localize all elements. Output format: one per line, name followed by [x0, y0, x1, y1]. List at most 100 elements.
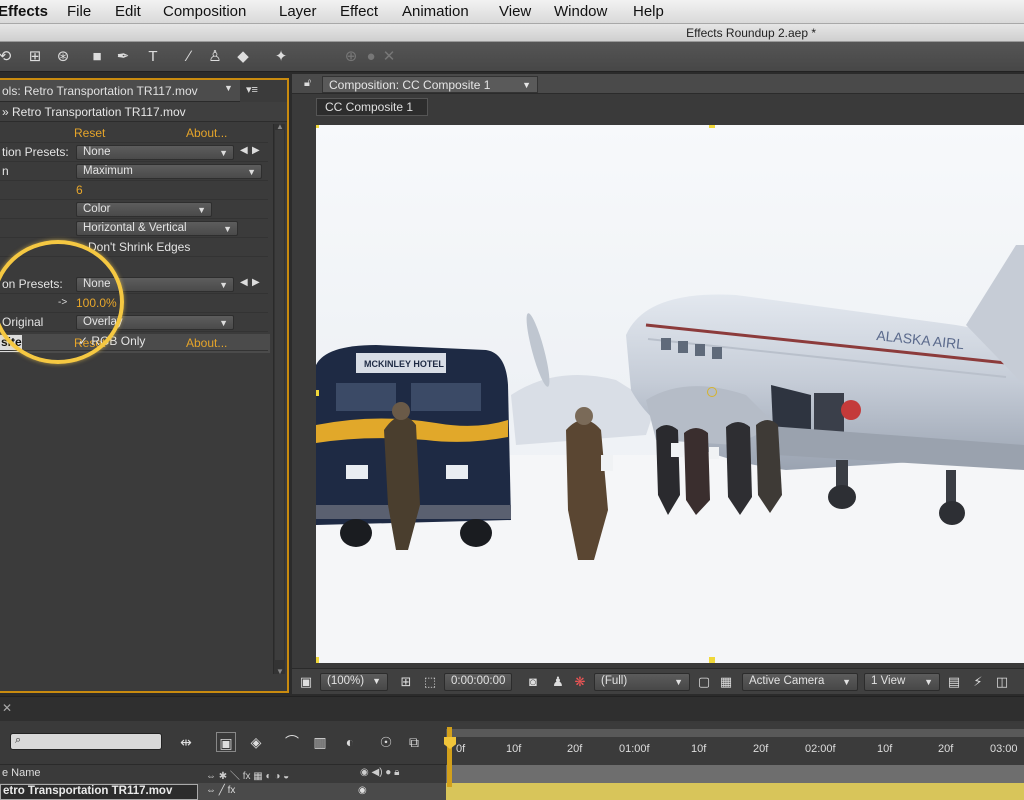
- eye-icon[interactable]: ◉: [358, 785, 367, 796]
- brainstorm-icon[interactable]: ☉: [376, 732, 396, 752]
- effect1-radius-value[interactable]: 6: [76, 183, 83, 197]
- scroll-down-icon[interactable]: ▼: [276, 667, 284, 676]
- snap-cross-icon[interactable]: ✕: [378, 46, 400, 68]
- chevron-down-icon: ▼: [247, 167, 256, 177]
- hide-shy-layers-icon[interactable]: ⌒: [282, 732, 302, 752]
- timeline-search-input[interactable]: ⌕: [10, 733, 162, 750]
- scroll-up-icon[interactable]: ▲: [276, 122, 284, 131]
- effect1-about-link[interactable]: About...: [186, 126, 227, 140]
- composition-panel: 🔓︎ Composition: CC Composite 1 ▼ CC Comp…: [292, 74, 1024, 694]
- layer-handle[interactable]: [316, 125, 319, 128]
- current-time-indicator[interactable]: [447, 727, 452, 787]
- menu-layer[interactable]: Layer: [279, 3, 317, 20]
- effect1-channel-value: Color: [83, 203, 111, 215]
- panel-menu-icon[interactable]: ▾≡: [246, 83, 258, 96]
- ruler-tick-label: 20f: [938, 743, 954, 755]
- puppet-pin-tool-icon[interactable]: ✦: [270, 46, 292, 68]
- camera-view-dropdown[interactable]: Active Camera ▼: [742, 673, 858, 691]
- timeline-toggle-icon[interactable]: ◫: [994, 674, 1010, 690]
- menu-window[interactable]: Window: [554, 3, 607, 20]
- composition-tab[interactable]: Composition: CC Composite 1 ▼: [322, 76, 538, 93]
- draft-3d-icon[interactable]: ◈: [246, 732, 266, 752]
- rectangle-tool-icon[interactable]: ■: [86, 46, 108, 68]
- chevron-down-icon[interactable]: ▼: [522, 80, 531, 90]
- layer-switches-icon[interactable]: ⇔ ╱ fx: [206, 785, 235, 796]
- composition-viewer[interactable]: ALASKA AIRL MCKINLEY HOTEL: [316, 125, 1024, 663]
- scrollbar-thumb[interactable]: [275, 130, 284, 660]
- layer-duration-bar[interactable]: [446, 783, 1024, 800]
- grid-guides-icon[interactable]: ⊞: [398, 674, 414, 690]
- switches-header-icon: ⇔ ✱ ＼ fx ▦ ◐ ◑ ◒: [206, 771, 290, 782]
- ruler-tick-label: 10f: [877, 743, 893, 755]
- effect1-direction-dropdown[interactable]: Horizontal & Vertical ▼: [76, 221, 238, 236]
- ruler-tick-label: 02:00f: [805, 743, 836, 755]
- timeline-panel: ✕ ⌕ ⇹ ▣ ◈ ⌒ ▥ ◐ ☉ ⧉ 0f 10f 20f 01:00f 10…: [0, 696, 1024, 800]
- eraser-tool-icon[interactable]: ◆: [232, 46, 254, 68]
- camera-view-value: Active Camera: [749, 675, 825, 687]
- menu-edit[interactable]: Edit: [115, 3, 141, 20]
- layer-handle[interactable]: [709, 657, 715, 663]
- preset-next-icon[interactable]: ▶: [252, 277, 260, 288]
- anchor-tool-icon[interactable]: ⊛: [52, 46, 74, 68]
- transparency-grid-icon[interactable]: ▦: [718, 674, 734, 690]
- toggle-pixel-aspect-icon[interactable]: ▤: [946, 674, 962, 690]
- anchor-point-icon[interactable]: [707, 387, 717, 397]
- effect1-channel-dropdown[interactable]: Color ▼: [76, 202, 212, 217]
- menu-help[interactable]: Help: [633, 3, 664, 20]
- live-update-icon[interactable]: ▣: [216, 732, 236, 752]
- ruler-tick-label: 0f: [456, 743, 466, 755]
- region-of-interest-icon[interactable]: ▢: [696, 674, 712, 690]
- window-title: Effects Roundup 2.aep *: [686, 26, 816, 40]
- preset-prev-icon[interactable]: ◀: [240, 145, 248, 156]
- motion-blur-icon[interactable]: ◐: [340, 732, 360, 752]
- work-area-bar[interactable]: [446, 729, 1024, 737]
- frame-blending-icon[interactable]: ▥: [310, 732, 330, 752]
- mask-visibility-icon[interactable]: ⬚: [422, 674, 438, 690]
- preset-next-icon[interactable]: ▶: [252, 145, 260, 156]
- brush-tool-icon[interactable]: ∕: [178, 46, 200, 68]
- pan-behind-tool-icon[interactable]: ⊞: [24, 46, 46, 68]
- preset-prev-icon[interactable]: ◀: [240, 277, 248, 288]
- menu-app[interactable]: Effects: [0, 3, 48, 20]
- menu-effect[interactable]: Effect: [340, 3, 378, 20]
- channel-rgb-icon[interactable]: ❋: [572, 674, 588, 690]
- panel-scrollbar[interactable]: ▲ ▼: [273, 122, 285, 676]
- effect1-operation-dropdown[interactable]: Maximum ▼: [76, 164, 262, 179]
- composition-breadcrumb[interactable]: CC Composite 1: [316, 98, 428, 116]
- menu-animation[interactable]: Animation: [402, 3, 469, 20]
- resolution-dropdown[interactable]: (Full) ▼: [594, 673, 690, 691]
- view-layout-dropdown[interactable]: 1 View ▼: [864, 673, 940, 691]
- effect-controls-tab[interactable]: ols: Retro Transportation TR117.mov ▼: [0, 80, 240, 102]
- type-tool-icon[interactable]: T: [142, 46, 164, 68]
- menu-file[interactable]: File: [67, 3, 91, 20]
- graph-editor-icon[interactable]: ⧉: [404, 732, 424, 752]
- always-preview-icon[interactable]: ▣: [298, 674, 314, 690]
- menu-composition[interactable]: Composition: [163, 3, 246, 20]
- layer-handle[interactable]: [316, 390, 319, 396]
- current-time-value: 0:00:00:00: [451, 675, 506, 687]
- effect1-presets-dropdown[interactable]: None ▼: [76, 145, 234, 160]
- layer-handle[interactable]: [709, 125, 715, 128]
- menu-view[interactable]: View: [499, 3, 531, 20]
- ruler-tick-label: 03:00: [990, 743, 1018, 755]
- source-name-column[interactable]: e Name: [2, 767, 41, 779]
- orbit-tool-icon[interactable]: ⟲: [0, 46, 16, 68]
- clone-stamp-tool-icon[interactable]: ♙: [204, 46, 226, 68]
- chevron-down-icon[interactable]: ▼: [224, 83, 233, 93]
- layer-handle[interactable]: [316, 657, 319, 663]
- layer-row[interactable]: etro Transportation TR117.mov ⇔ ╱ fx ◉: [0, 783, 446, 800]
- camera-snapshot-icon[interactable]: ◙: [525, 674, 541, 690]
- snap-icon[interactable]: ⊕: [340, 46, 362, 68]
- effect1-reset-link[interactable]: Reset: [74, 126, 105, 140]
- close-icon[interactable]: ✕: [2, 701, 12, 715]
- show-snapshot-icon[interactable]: ♟: [550, 674, 566, 690]
- current-time-field[interactable]: 0:00:00:00: [444, 673, 513, 691]
- pen-tool-icon[interactable]: ✒: [112, 46, 134, 68]
- magnification-dropdown[interactable]: (100%) ▼: [320, 673, 388, 691]
- chevron-down-icon: ▼: [372, 676, 381, 686]
- fast-previews-icon[interactable]: ⚡: [970, 674, 986, 690]
- layer-name[interactable]: etro Transportation TR117.mov: [0, 784, 198, 800]
- comp-mini-flowchart-icon[interactable]: ⇹: [176, 732, 196, 752]
- chevron-down-icon: ▼: [842, 677, 851, 687]
- lock-icon[interactable]: 🔓︎: [304, 77, 311, 90]
